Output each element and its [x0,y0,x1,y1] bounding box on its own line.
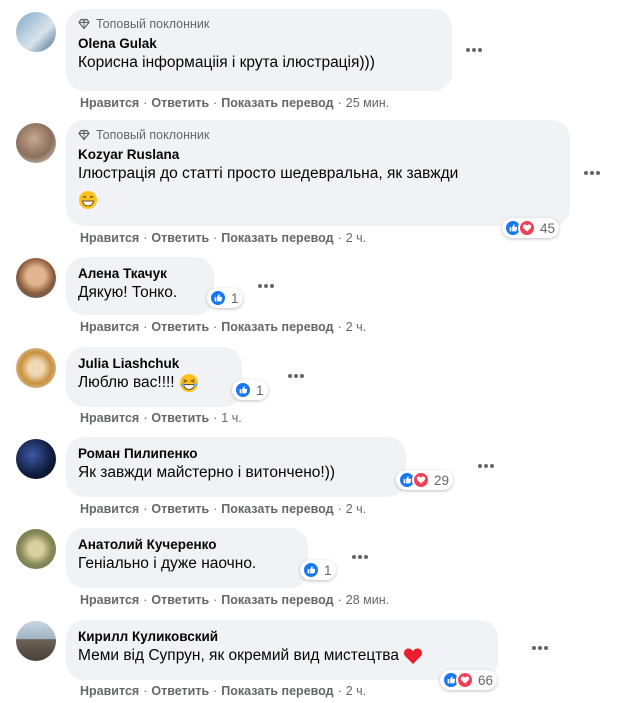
avatar[interactable] [16,12,56,52]
reply-link[interactable]: Ответить [151,320,209,334]
comment-actions: Нравится · Ответить · Показать перевод · 2 ч. [80,684,367,698]
like-link[interactable]: Нравится [80,684,139,698]
comment-text: Геніально і дуже наочно. [78,555,257,572]
comment-bubble: Алена Ткачук Дякую! Тонко. [66,257,214,315]
timestamp[interactable]: 2 ч. [346,231,366,245]
comment-actions: Нравится · Ответить · Показать перевод · 2 ч. [80,502,367,516]
diamond-icon [78,18,90,30]
translate-link[interactable]: Показать перевод [221,231,333,245]
comment-actions: Нравится · Ответить · Показать перевод · 28 ми… [80,593,390,607]
more-options-icon[interactable] [254,274,278,298]
red-heart-icon [403,648,423,664]
author-name[interactable]: Кирилл Куликовский [78,628,486,645]
like-link[interactable]: Нравится [80,320,139,334]
reaction-count: 29 [434,472,450,488]
comment-text: Меми від Супрун, як окремий вид мистецтв… [78,645,486,667]
comment-actions: Нравится · Ответить · Показать перевод · 25 ми… [80,96,390,110]
comment-bubble: Топовый поклонник Olena Gulak Корисна ін… [66,9,452,91]
like-link[interactable]: Нравится [80,502,139,516]
reaction-count: 1 [231,290,239,306]
translate-link[interactable]: Показать перевод [221,96,333,110]
reply-link[interactable]: Ответить [151,96,209,110]
like-link[interactable]: Нравится [80,96,139,110]
comment-bubble: Анатолий Кучеренко Геніально і дуже наоч… [66,528,308,588]
avatar[interactable] [16,529,56,569]
author-name[interactable]: Роман Пилипенко [78,445,394,462]
avatar[interactable] [16,258,56,298]
more-options-icon[interactable] [474,454,498,478]
reactions-summary[interactable]: 45 [502,218,560,238]
reactions-summary[interactable]: 1 [300,560,336,580]
grinning-face-icon [79,190,97,209]
reactions-summary[interactable]: 29 [396,470,454,490]
love-reaction-icon [456,671,474,689]
diamond-icon [78,129,90,141]
reaction-count: 1 [256,382,264,398]
more-options-icon[interactable] [528,636,552,660]
top-fan-badge: Топовый поклонник [78,17,440,31]
more-options-icon[interactable] [348,545,372,569]
timestamp[interactable]: 28 мин. [346,593,389,607]
more-options-icon[interactable] [284,364,308,388]
like-reaction-icon [302,561,320,579]
love-reaction-icon [518,219,536,237]
comment-text: Як завжди майстерно і витончено!)) [78,464,336,481]
reactions-summary[interactable]: 66 [440,670,498,690]
like-link[interactable]: Нравится [80,231,139,245]
comment-actions: Нравится · Ответить · Показать перевод · 2 ч. [80,320,367,334]
like-reaction-icon [209,289,227,307]
translate-link[interactable]: Показать перевод [221,593,333,607]
author-name[interactable]: Анатолий Кучеренко [78,536,296,553]
timestamp[interactable]: 2 ч. [346,502,366,516]
top-fan-badge: Топовый поклонник [78,128,558,142]
timestamp[interactable]: 1 ч. [221,411,241,425]
comment-text: Люблю вас!!!! [78,372,230,394]
comment-bubble: Julia Liashchuk Люблю вас!!!! [66,347,242,407]
reaction-count: 66 [478,672,494,688]
reply-link[interactable]: Ответить [151,684,209,698]
laughing-face-icon [179,373,198,392]
avatar[interactable] [16,123,56,163]
translate-link[interactable]: Показать перевод [221,684,333,698]
comment-text: Корисна інформаціія і крута ілюстрація))… [78,54,375,71]
more-options-icon[interactable] [580,161,604,185]
reply-link[interactable]: Ответить [151,411,209,425]
reply-link[interactable]: Ответить [151,502,209,516]
comment-bubble: Роман Пилипенко Як завжди майстерно і ви… [66,437,406,497]
avatar[interactable] [16,621,56,661]
comment-bubble: Кирилл Куликовский Меми від Супрун, як о… [66,620,498,680]
author-name[interactable]: Алена Ткачук [78,265,202,282]
timestamp[interactable]: 2 ч. [346,320,366,334]
translate-link[interactable]: Показать перевод [221,320,333,334]
like-link[interactable]: Нравится [80,411,139,425]
reactions-summary[interactable]: 1 [207,288,243,308]
reply-link[interactable]: Ответить [151,231,209,245]
reaction-count: 45 [540,220,556,236]
timestamp[interactable]: 25 мин. [346,96,389,110]
reply-link[interactable]: Ответить [151,593,209,607]
author-name[interactable]: Kozyar Ruslana [78,146,558,163]
like-reaction-icon [234,381,252,399]
more-options-icon[interactable] [462,38,486,62]
comment-text: Дякую! Тонко. [78,284,178,301]
comment-actions: Нравится · Ответить · 1 ч. [80,411,242,425]
comment-bubble: Топовый поклонник Kozyar Ruslana Ілюстра… [66,120,570,226]
translate-link[interactable]: Показать перевод [221,502,333,516]
avatar[interactable] [16,348,56,388]
author-name[interactable]: Julia Liashchuk [78,355,230,372]
love-reaction-icon [412,471,430,489]
like-link[interactable]: Нравится [80,593,139,607]
avatar[interactable] [16,439,56,479]
reaction-count: 1 [324,562,332,578]
author-name[interactable]: Olena Gulak [78,35,440,52]
timestamp[interactable]: 2 ч. [346,684,366,698]
comment-text: Ілюстрація до статті просто шедевральна,… [78,165,459,182]
reactions-summary[interactable]: 1 [232,380,268,400]
comment-actions: Нравится · Ответить · Показать перевод · 2 ч. [80,231,367,245]
